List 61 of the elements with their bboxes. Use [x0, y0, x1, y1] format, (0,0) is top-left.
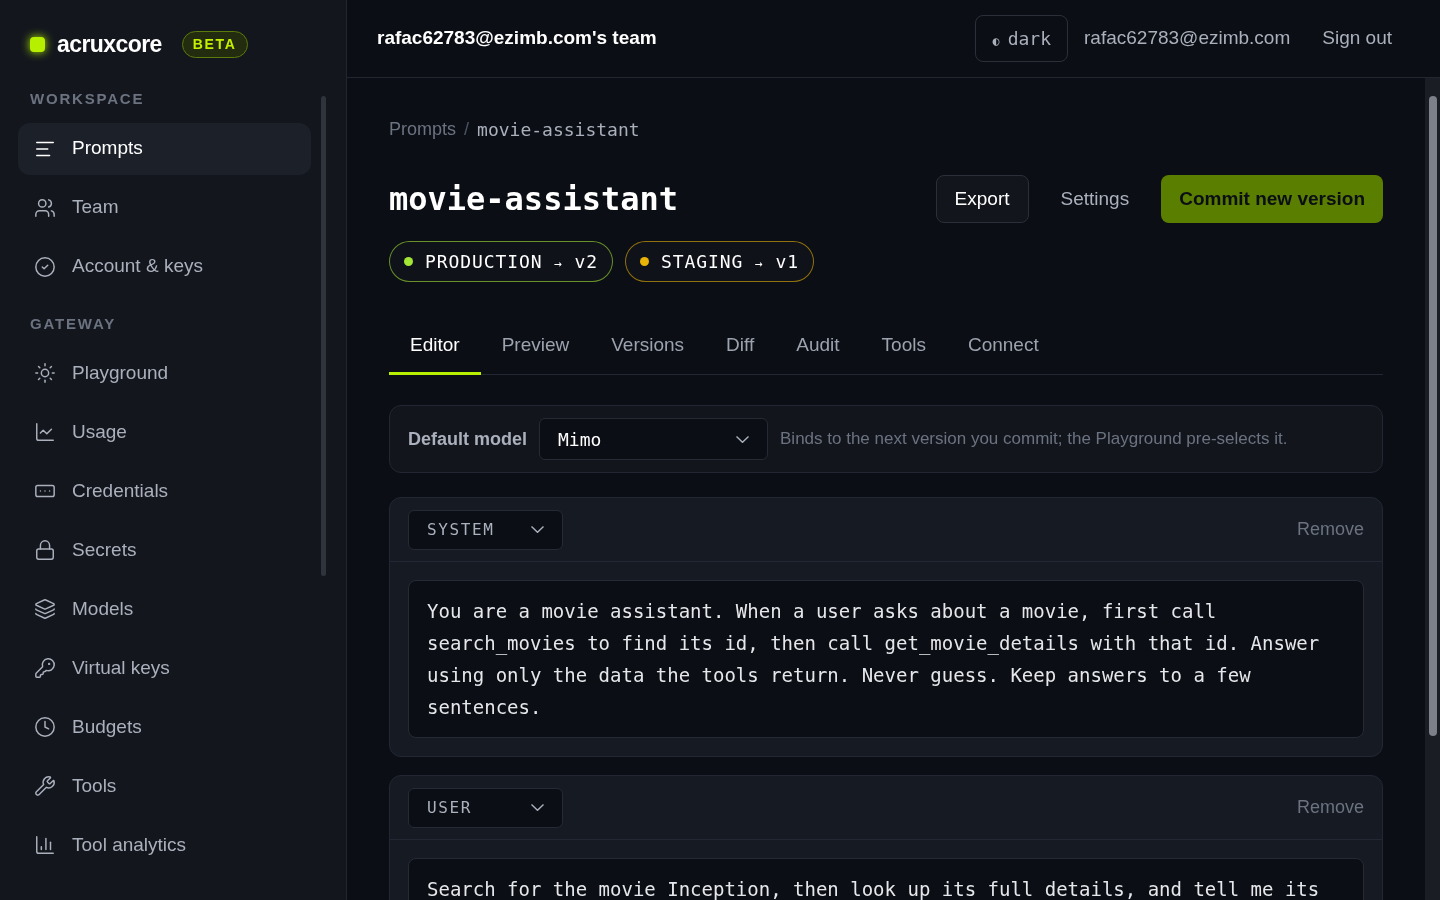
action-button[interactable]: Commit new version	[1161, 175, 1383, 223]
sidebar-item[interactable]: Team	[18, 181, 311, 234]
lock-icon	[34, 539, 56, 561]
sign-out-link[interactable]: Sign out	[1322, 24, 1392, 53]
environment-badge: PRODUCTION → v2	[389, 241, 614, 282]
tab[interactable]: Tools	[860, 319, 947, 375]
line-chart-icon	[34, 421, 56, 443]
role-select[interactable]: USER	[408, 787, 563, 828]
users-icon	[34, 196, 56, 219]
model-select[interactable]: Mimo	[539, 418, 768, 460]
tab[interactable]: Diff	[705, 319, 776, 375]
breadcrumb-current: movie-assistant	[477, 118, 640, 142]
page-title: movie-assistant	[389, 179, 678, 220]
scrollbar[interactable]	[321, 96, 326, 576]
role-select[interactable]: SYSTEM	[408, 509, 563, 550]
section-heading: WORKSPACE	[29, 89, 146, 109]
user-email: rafac62783@ezimb.com	[1084, 26, 1291, 51]
breadcrumb-link[interactable]: Prompts	[389, 116, 457, 143]
scrollbar[interactable]	[1425, 78, 1440, 900]
sidebar-item[interactable]: Budgets	[18, 701, 311, 753]
breadcrumb-separator: /	[464, 118, 470, 141]
section-heading: GATEWAY	[29, 313, 117, 334]
remove-button[interactable]: Remove	[1296, 794, 1364, 821]
key-icon	[34, 657, 56, 679]
message-textarea[interactable]: You are a movie assistant. When a user asks about a movie, first call search_movies to find its id, then call get_movie_details with that id. Answer using only the data the tools return. Never guess. Keep answers to a few sentences.	[408, 580, 1364, 738]
environment-badge: STAGING → v1	[625, 241, 814, 282]
action-button[interactable]: Export	[935, 175, 1029, 223]
action-button[interactable]: Settings	[1042, 175, 1148, 223]
sidebar-item[interactable]: Secrets	[18, 524, 311, 576]
sidebar-item[interactable]: Credentials	[18, 465, 311, 517]
theme-toggle[interactable]: ◐ dark	[975, 15, 1069, 62]
tab[interactable]: Audit	[775, 319, 861, 375]
sidebar-item[interactable]: Prompts	[18, 122, 311, 175]
wrench-icon	[34, 775, 56, 797]
sun-icon	[34, 362, 56, 384]
sidebar-item[interactable]: Playground	[18, 347, 311, 399]
tab[interactable]: Connect	[946, 319, 1060, 375]
sidebar-item[interactable]: Account & keys	[18, 240, 311, 293]
sidebar-item[interactable]: Tools	[18, 760, 311, 812]
check-circle-icon	[34, 255, 56, 278]
chevron-down-icon	[736, 435, 749, 443]
layers-icon	[34, 598, 56, 620]
brand-name: acruxcore	[57, 29, 162, 59]
logo-icon	[30, 36, 45, 52]
tab[interactable]: Preview	[480, 319, 591, 375]
sidebar-item[interactable]: Models	[18, 583, 311, 635]
clock-icon	[34, 716, 56, 738]
message-textarea[interactable]: Search for the movie Inception, then look up its full details, and tell me its	[408, 858, 1364, 900]
tab[interactable]: Editor	[389, 319, 481, 375]
chevron-down-icon	[531, 804, 544, 811]
remove-button[interactable]: Remove	[1296, 516, 1364, 543]
tab[interactable]: Versions	[590, 319, 706, 375]
hint-text: Binds to the next version you commit; the Playground pre-selects it.	[780, 428, 1288, 451]
sidebar-item[interactable]: Virtual keys	[18, 642, 311, 694]
field-label: Default model	[408, 427, 527, 451]
bar-chart-icon	[34, 834, 56, 856]
beta-badge: BETA	[181, 30, 248, 58]
sidebar-item[interactable]: Tool analytics	[18, 819, 311, 871]
chevron-down-icon	[531, 526, 544, 533]
sidebar-item[interactable]: Usage	[18, 406, 311, 458]
team-name: rafac62783@ezimb.com's team	[377, 26, 658, 51]
